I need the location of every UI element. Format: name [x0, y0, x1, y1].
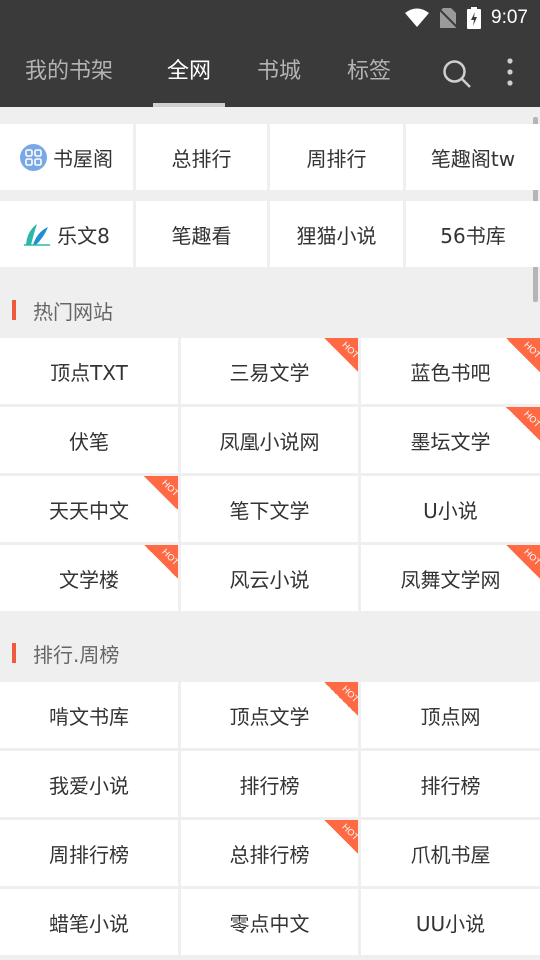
app-bar: 我的书架 全网 书城 标签	[0, 36, 540, 107]
section-header-weekly-rank: 排行.周榜	[0, 638, 119, 668]
site-item[interactable]: 蜡笔小说	[0, 889, 178, 955]
tab-tags[interactable]: 标签	[336, 36, 402, 107]
site-item[interactable]: 凤凰小说网	[181, 407, 358, 473]
site-item[interactable]: 文学楼 HOT	[0, 545, 178, 611]
quick-link-label: 狸猫小说	[296, 223, 377, 248]
section-accent-bar	[12, 643, 16, 663]
hot-badge: HOT	[144, 476, 178, 510]
hot-badge: HOT	[506, 545, 540, 579]
section-title: 排行.周榜	[33, 642, 120, 667]
content-area[interactable]: 书屋阁 总排行 周排行 笔趣阁tw 乐文8 笔趣看 狸猫小说 56书库 热门网站…	[0, 107, 540, 960]
site-label: UU小说	[415, 911, 486, 936]
site-item[interactable]: 顶点TXT	[0, 338, 178, 404]
quick-link-label: 总排行	[171, 146, 232, 171]
site-item[interactable]: 周排行榜	[0, 820, 178, 886]
hot-badge: HOT	[506, 407, 540, 441]
site-item[interactable]: UU小说	[361, 889, 540, 955]
site-item[interactable]: 爪机书屋	[361, 820, 540, 886]
site-label: 文学楼	[59, 567, 119, 592]
site-label: 伏笔	[69, 429, 109, 454]
site-label: 顶点网	[420, 704, 481, 729]
site-label: 墨坛文学	[410, 429, 491, 454]
grid-badge-icon	[20, 143, 47, 171]
site-item[interactable]: 排行榜	[361, 751, 540, 817]
status-bar: 9:07	[0, 0, 540, 36]
site-label: 周排行榜	[49, 842, 129, 867]
search-button[interactable]	[439, 56, 475, 92]
site-label: 顶点TXT	[50, 360, 128, 385]
site-label: 蓝色书吧	[410, 360, 491, 385]
quick-link-biqukan[interactable]: 笔趣看	[136, 201, 267, 267]
site-label: 蜡笔小说	[49, 911, 129, 936]
quick-link-label: 乐文8	[57, 223, 110, 248]
quick-link-label: 笔趣阁tw	[430, 146, 516, 171]
status-icons: 9:07	[405, 0, 528, 36]
site-item[interactable]: 凤舞文学网 HOT	[361, 545, 540, 611]
site-item[interactable]: 笔下文学	[181, 476, 358, 542]
site-item[interactable]: 三易文学 HOT	[181, 338, 358, 404]
status-time: 9:07	[491, 7, 528, 28]
site-label: 排行榜	[239, 773, 300, 798]
section-accent-bar	[12, 300, 16, 320]
site-label: 爪机书屋	[410, 842, 491, 867]
site-label: 三易文学	[229, 360, 310, 385]
site-label: 总排行榜	[229, 842, 310, 867]
section-title: 热门网站	[33, 299, 113, 324]
site-item[interactable]: 伏笔	[0, 407, 178, 473]
site-item[interactable]: 零点中文	[181, 889, 358, 955]
quick-link-lewen8[interactable]: 乐文8	[0, 201, 133, 267]
quick-link-shuwuge[interactable]: 书屋阁	[0, 124, 133, 190]
quick-link-label: 笔趣看	[171, 223, 232, 248]
hot-badge: HOT	[506, 338, 540, 372]
quick-link-biquge-tw[interactable]: 笔趣阁tw	[406, 124, 540, 190]
battery-charging-icon	[467, 7, 482, 29]
site-item[interactable]: 墨坛文学 HOT	[361, 407, 540, 473]
site-label: 啃文书库	[49, 704, 129, 729]
quick-link-label: 56书库	[440, 223, 506, 248]
site-label: 笔下文学	[229, 498, 310, 523]
quick-link-label: 周排行	[306, 146, 367, 171]
more-vertical-icon	[507, 58, 513, 86]
site-label: 我爱小说	[49, 773, 129, 798]
site-label: 天天中文	[49, 498, 129, 523]
site-label: 顶点文学	[229, 704, 310, 729]
section-header-hot-sites: 热门网站	[0, 295, 113, 325]
hot-badge: HOT	[324, 338, 358, 372]
site-item[interactable]: 顶点文学 HOT	[181, 682, 358, 748]
site-label: 凤舞文学网	[400, 567, 501, 592]
site-label: 零点中文	[229, 911, 310, 936]
site-item[interactable]: 顶点网	[361, 682, 540, 748]
quick-link-label: 书屋阁	[53, 146, 113, 171]
quick-link-total-rank[interactable]: 总排行	[136, 124, 267, 190]
site-label: U小说	[423, 498, 478, 523]
site-item[interactable]: 天天中文 HOT	[0, 476, 178, 542]
tab-bookshelf[interactable]: 我的书架	[16, 36, 122, 107]
site-item[interactable]: 排行榜	[181, 751, 358, 817]
more-options-button[interactable]	[498, 54, 522, 90]
site-item[interactable]: 啃文书库	[0, 682, 178, 748]
site-label: 排行榜	[420, 773, 481, 798]
hot-badge: HOT	[324, 682, 358, 716]
search-icon	[443, 60, 471, 88]
tab-bookstore[interactable]: 书城	[246, 36, 312, 107]
quick-link-limao[interactable]: 狸猫小说	[270, 201, 403, 267]
hot-badge: HOT	[324, 820, 358, 854]
site-label: 风云小说	[229, 567, 310, 592]
no-sim-icon	[439, 8, 458, 28]
quick-link-56shuku[interactable]: 56书库	[406, 201, 540, 267]
site-item[interactable]: 总排行榜 HOT	[181, 820, 358, 886]
site-item[interactable]: 我爱小说	[0, 751, 178, 817]
site-label: 凤凰小说网	[219, 429, 320, 454]
hot-badge: HOT	[144, 545, 178, 579]
site-item[interactable]: U小说	[361, 476, 540, 542]
site-item[interactable]: 蓝色书吧 HOT	[361, 338, 540, 404]
tab-all-web[interactable]: 全网	[153, 36, 225, 107]
wifi-icon	[405, 8, 430, 27]
site-item[interactable]: 风云小说	[181, 545, 358, 611]
feather-logo-icon	[23, 221, 51, 247]
quick-link-weekly-rank[interactable]: 周排行	[270, 124, 403, 190]
